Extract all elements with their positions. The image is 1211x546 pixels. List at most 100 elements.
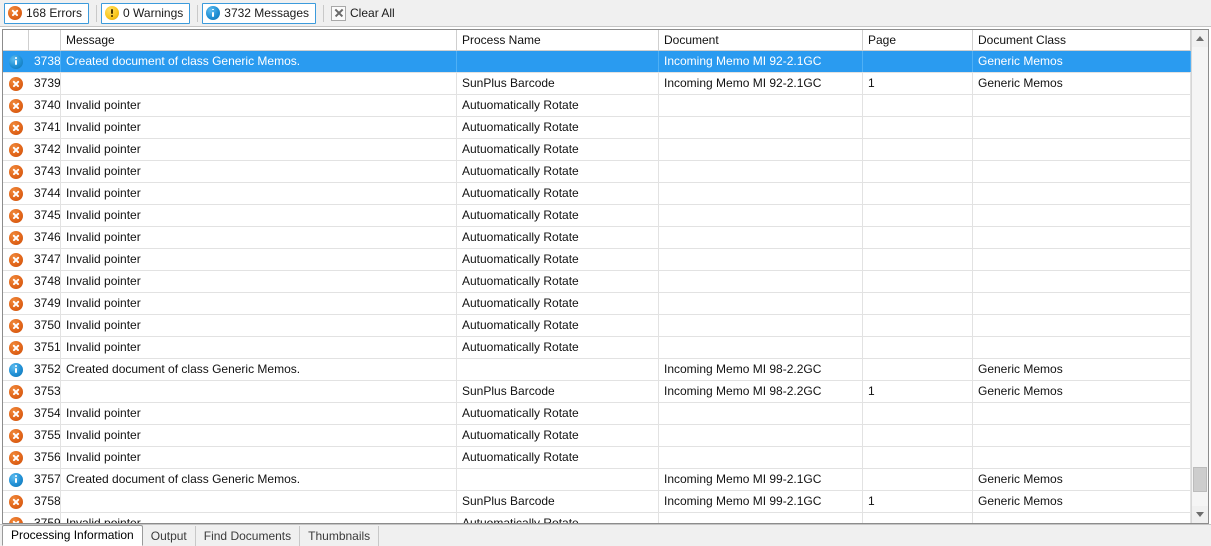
- row-process-cell: Autuomatically Rotate: [457, 95, 659, 116]
- column-header-document[interactable]: Document: [659, 30, 863, 50]
- error-circle-icon: [9, 495, 23, 509]
- row-number-cell: 3745: [29, 205, 61, 226]
- row-severity-cell: [3, 293, 29, 314]
- column-header-number[interactable]: [29, 30, 61, 50]
- toolbar-separator-3: [323, 5, 324, 22]
- tab-processing-information[interactable]: Processing Information: [2, 525, 143, 546]
- tab-output[interactable]: Output: [143, 526, 196, 546]
- errors-filter-button[interactable]: 168 Errors: [4, 3, 89, 24]
- row-process-cell: Autuomatically Rotate: [457, 139, 659, 160]
- row-page-cell: [863, 117, 973, 138]
- row-docclass-cell: Generic Memos: [973, 469, 1191, 490]
- row-message-cell: Invalid pointer: [61, 293, 457, 314]
- row-docclass-cell: Generic Memos: [973, 73, 1191, 94]
- row-document-cell: Incoming Memo MI 92-2.1GC: [659, 51, 863, 72]
- row-docclass-cell: [973, 205, 1191, 226]
- row-docclass-cell: [973, 403, 1191, 424]
- table-row[interactable]: 3750Invalid pointerAutuomatically Rotate: [3, 315, 1208, 337]
- row-page-cell: [863, 447, 973, 468]
- row-number-cell: 3751: [29, 337, 61, 358]
- error-circle-icon: [9, 275, 23, 289]
- row-docclass-cell: Generic Memos: [973, 491, 1191, 512]
- row-page-cell: [863, 359, 973, 380]
- column-header-page[interactable]: Page: [863, 30, 973, 50]
- row-message-cell: Invalid pointer: [61, 161, 457, 182]
- row-page-cell: [863, 271, 973, 292]
- table-row[interactable]: 3743Invalid pointerAutuomatically Rotate: [3, 161, 1208, 183]
- row-severity-cell: [3, 491, 29, 512]
- table-row[interactable]: 3745Invalid pointerAutuomatically Rotate: [3, 205, 1208, 227]
- row-number-cell: 3748: [29, 271, 61, 292]
- table-row[interactable]: 3738Created document of class Generic Me…: [3, 51, 1208, 73]
- tab-find-documents[interactable]: Find Documents: [196, 526, 300, 546]
- column-header-icon[interactable]: [3, 30, 29, 50]
- row-message-cell: Invalid pointer: [61, 95, 457, 116]
- column-header-document-class[interactable]: Document Class: [973, 30, 1191, 50]
- row-message-cell: Invalid pointer: [61, 139, 457, 160]
- row-docclass-cell: [973, 293, 1191, 314]
- clear-all-button[interactable]: Clear All: [328, 3, 401, 24]
- table-row[interactable]: 3747Invalid pointerAutuomatically Rotate: [3, 249, 1208, 271]
- error-circle-icon: [9, 99, 23, 113]
- error-circle-icon: [9, 451, 23, 465]
- table-row[interactable]: 3751Invalid pointerAutuomatically Rotate: [3, 337, 1208, 359]
- row-message-cell: Created document of class Generic Memos.: [61, 469, 457, 490]
- row-number-cell: 3747: [29, 249, 61, 270]
- row-document-cell: Incoming Memo MI 98-2.2GC: [659, 359, 863, 380]
- row-message-cell: Invalid pointer: [61, 315, 457, 336]
- error-circle-icon: [9, 121, 23, 135]
- row-severity-cell: [3, 205, 29, 226]
- scroll-up-button[interactable]: [1192, 30, 1208, 47]
- messages-filter-button[interactable]: 3732 Messages: [202, 3, 316, 24]
- row-message-cell: [61, 491, 457, 512]
- error-circle-icon: [9, 165, 23, 179]
- info-circle-icon: [9, 473, 23, 487]
- vertical-scrollbar[interactable]: [1191, 30, 1208, 523]
- table-row[interactable]: 3739SunPlus BarcodeIncoming Memo MI 92-2…: [3, 73, 1208, 95]
- table-row[interactable]: 3749Invalid pointerAutuomatically Rotate: [3, 293, 1208, 315]
- table-row[interactable]: 3746Invalid pointerAutuomatically Rotate: [3, 227, 1208, 249]
- table-row[interactable]: 3748Invalid pointerAutuomatically Rotate: [3, 271, 1208, 293]
- row-number-cell: 3758: [29, 491, 61, 512]
- table-row[interactable]: 3755Invalid pointerAutuomatically Rotate: [3, 425, 1208, 447]
- table-row[interactable]: 3740Invalid pointerAutuomatically Rotate: [3, 95, 1208, 117]
- table-row[interactable]: 3759Invalid pointerAutuomatically Rotate: [3, 513, 1208, 523]
- row-document-cell: Incoming Memo MI 92-2.1GC: [659, 73, 863, 94]
- table-row[interactable]: 3741Invalid pointerAutuomatically Rotate: [3, 117, 1208, 139]
- column-header-process-name[interactable]: Process Name: [457, 30, 659, 50]
- table-row[interactable]: 3754Invalid pointerAutuomatically Rotate: [3, 403, 1208, 425]
- row-process-cell: Autuomatically Rotate: [457, 183, 659, 204]
- table-row[interactable]: 3752Created document of class Generic Me…: [3, 359, 1208, 381]
- scrollbar-thumb[interactable]: [1193, 467, 1207, 492]
- row-docclass-cell: Generic Memos: [973, 51, 1191, 72]
- row-document-cell: [659, 95, 863, 116]
- table-row[interactable]: 3744Invalid pointerAutuomatically Rotate: [3, 183, 1208, 205]
- row-process-cell: SunPlus Barcode: [457, 491, 659, 512]
- row-message-cell: Invalid pointer: [61, 271, 457, 292]
- scroll-down-button[interactable]: [1192, 506, 1208, 523]
- tab-thumbnails[interactable]: Thumbnails: [300, 526, 379, 546]
- row-page-cell: [863, 95, 973, 116]
- row-severity-cell: [3, 469, 29, 490]
- row-number-cell: 3759: [29, 513, 61, 523]
- row-page-cell: [863, 293, 973, 314]
- table-row[interactable]: 3756Invalid pointerAutuomatically Rotate: [3, 447, 1208, 469]
- table-row[interactable]: 3753SunPlus BarcodeIncoming Memo MI 98-2…: [3, 381, 1208, 403]
- row-page-cell: [863, 139, 973, 160]
- error-circle-icon: [9, 143, 23, 157]
- error-circle-icon: [9, 429, 23, 443]
- column-header-message[interactable]: Message: [61, 30, 457, 50]
- row-docclass-cell: [973, 161, 1191, 182]
- row-process-cell: Autuomatically Rotate: [457, 293, 659, 314]
- info-circle-icon: [9, 363, 23, 377]
- error-circle-icon: [9, 209, 23, 223]
- row-severity-cell: [3, 183, 29, 204]
- row-number-cell: 3744: [29, 183, 61, 204]
- processing-information-panel: 168 Errors 0 Warnings 3732 Messages Clea…: [0, 0, 1211, 546]
- table-row[interactable]: 3757Created document of class Generic Me…: [3, 469, 1208, 491]
- table-row[interactable]: 3758SunPlus BarcodeIncoming Memo MI 99-2…: [3, 491, 1208, 513]
- row-message-cell: Invalid pointer: [61, 183, 457, 204]
- row-process-cell: Autuomatically Rotate: [457, 117, 659, 138]
- warnings-filter-button[interactable]: 0 Warnings: [101, 3, 190, 24]
- table-row[interactable]: 3742Invalid pointerAutuomatically Rotate: [3, 139, 1208, 161]
